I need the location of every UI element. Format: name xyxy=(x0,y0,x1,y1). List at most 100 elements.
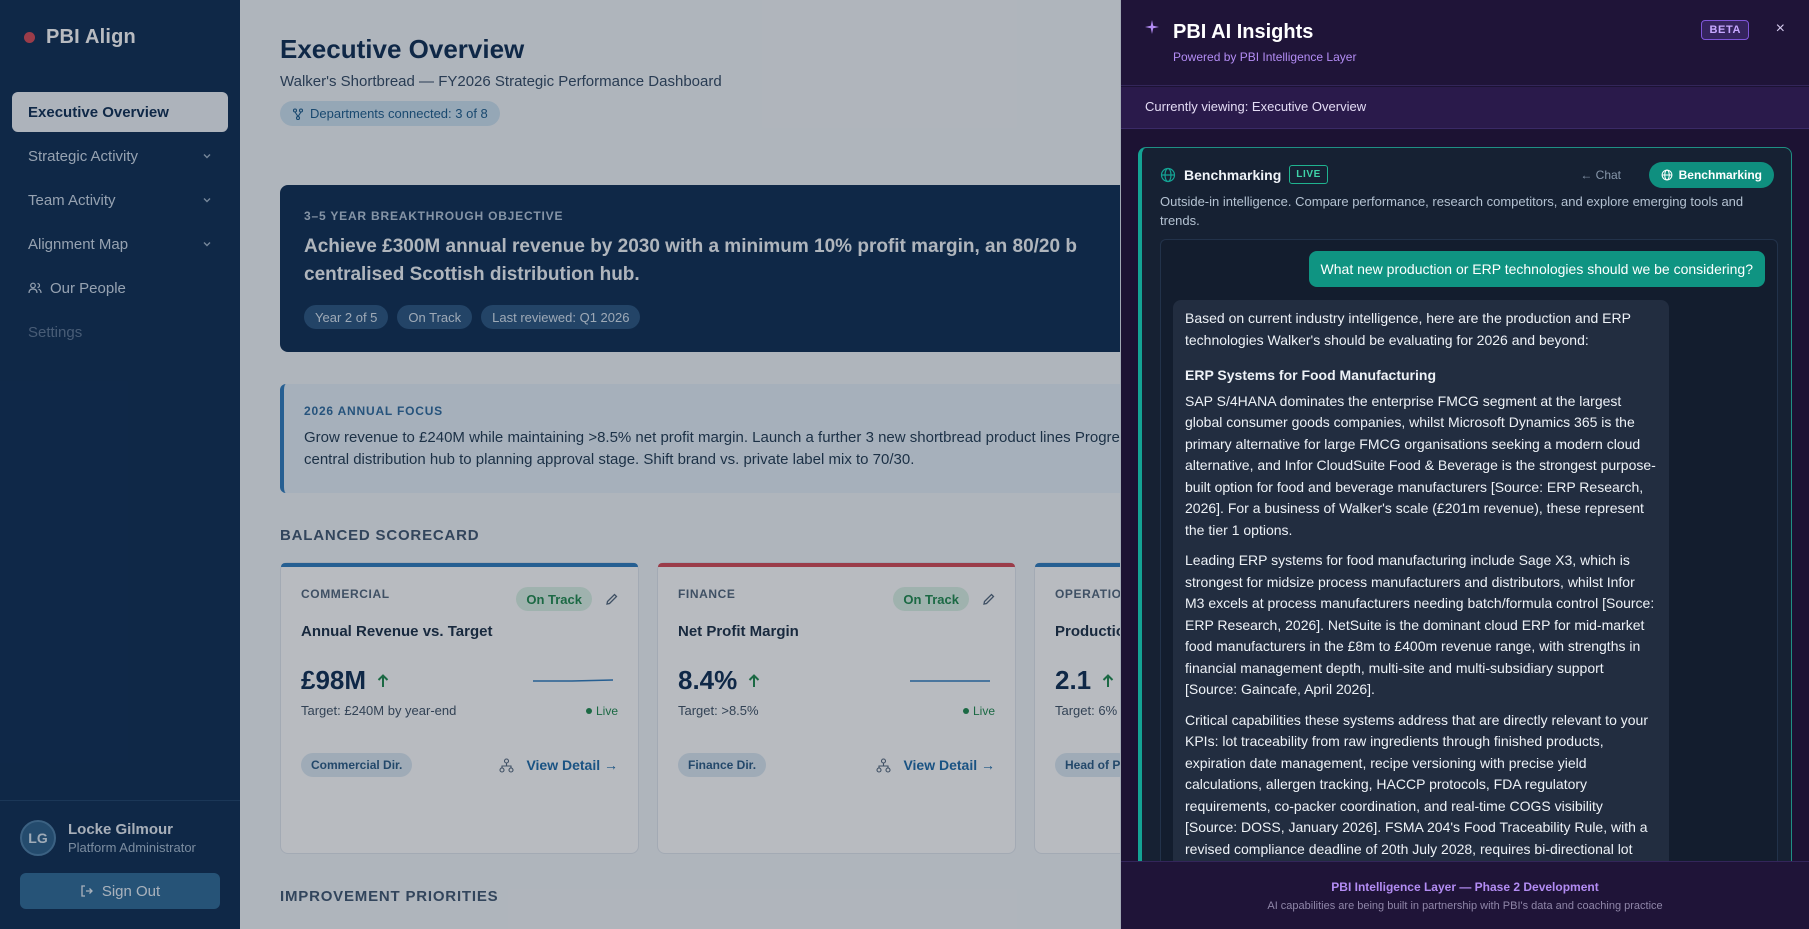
panel-title: PBI AI Insights xyxy=(1173,21,1314,43)
benchmarking-button-label: Benchmarking xyxy=(1678,168,1762,182)
back-to-chat-link[interactable]: ← Chat xyxy=(1580,168,1621,182)
ai-response-paragraph: SAP S/4HANA dominates the enterprise FMC… xyxy=(1185,392,1656,538)
sign-out-icon xyxy=(81,885,93,897)
ai-insights-panel: PBI AI Insights Powered by PBI Intellige… xyxy=(1121,0,1809,929)
card-value-text: 2.1 xyxy=(1055,665,1092,695)
live-indicator: Live xyxy=(585,704,618,718)
current-view-indicator: Currently viewing: Executive Overview xyxy=(1121,87,1809,129)
card-accent-bar xyxy=(1035,563,1120,567)
globe-icon xyxy=(1661,169,1673,181)
hierarchy-icon xyxy=(876,757,891,773)
card-target: Target: 6% o xyxy=(1055,703,1120,718)
brand[interactable]: PBI Align xyxy=(24,26,136,49)
sign-out-label: Sign Out xyxy=(101,882,161,900)
benchmarking-module: Benchmarking LIVE ← Chat Benchmarking Ou… xyxy=(1138,147,1792,929)
user-profile[interactable]: LG Locke Gilmour Platform Administrator xyxy=(20,820,196,856)
live-badge: LIVE xyxy=(1289,165,1328,184)
improvement-priorities-heading: IMPROVEMENT PRIORITIES xyxy=(280,888,499,905)
objective-tag: On Track xyxy=(397,305,473,329)
avatar: LG xyxy=(20,820,56,856)
people-icon xyxy=(28,282,42,294)
card-target: Target: £240M by year-end xyxy=(301,703,457,718)
objective-tag: Last reviewed: Q1 2026 xyxy=(481,305,641,329)
sidebar-divider xyxy=(0,800,240,801)
panel-subtitle: Powered by PBI Intelligence Layer xyxy=(1173,50,1357,64)
sidebar-item-team-activity[interactable]: Team Activity xyxy=(12,180,228,220)
benchmarking-description: Outside-in intelligence. Compare perform… xyxy=(1160,194,1744,228)
view-detail-link[interactable]: View Detail → xyxy=(499,757,618,773)
sparkline xyxy=(910,680,990,682)
ai-response-heading: ERP Systems for Food Manufacturing xyxy=(1185,367,1436,383)
user-role: Platform Administrator xyxy=(68,840,196,855)
view-detail-label: View Detail → xyxy=(903,757,995,773)
live-dot xyxy=(962,708,969,714)
branch-icon xyxy=(292,107,304,120)
live-indicator: Live xyxy=(962,704,995,718)
brand-logo-dot xyxy=(24,32,35,43)
annual-focus: 2026 ANNUAL FOCUS Grow revenue to £240M … xyxy=(280,384,1120,493)
card-value-text: £98M xyxy=(301,665,367,695)
main-content: Executive Overview Walker's Shortbread —… xyxy=(240,0,1120,929)
sidebar-item-label: Strategic Activity xyxy=(28,147,139,165)
scorecard-card-operations: OPERATIO Productio 2.1 Target: 6% o Head… xyxy=(1034,562,1120,854)
page-title: Executive Overview xyxy=(280,34,525,64)
card-dept: OPERATIO xyxy=(1055,587,1120,601)
scorecard-card-finance: FINANCE On Track Net Profit Margin 8.4% … xyxy=(657,562,1016,854)
sparkle-icon xyxy=(1145,20,1159,34)
card-value: £98M xyxy=(301,665,390,696)
sidebar-nav: Executive Overview Strategic Activity Te… xyxy=(12,92,228,356)
sidebar-item-our-people[interactable]: Our People xyxy=(12,268,228,308)
owner-badge: Head of P xyxy=(1055,753,1120,777)
benchmarking-mode-button[interactable]: Benchmarking xyxy=(1648,162,1774,188)
card-value-text: 8.4% xyxy=(678,665,738,695)
beta-badge: BETA xyxy=(1701,20,1749,40)
objective-tag: Year 2 of 5 xyxy=(304,305,389,329)
sidebar-item-executive-overview[interactable]: Executive Overview xyxy=(12,92,228,132)
sidebar-item-label: Our People xyxy=(50,279,126,297)
card-title: Productio xyxy=(1055,623,1120,640)
card-accent-bar xyxy=(658,563,1015,567)
owner-badge: Finance Dir. xyxy=(678,753,767,777)
sidebar-item-settings[interactable]: Settings xyxy=(12,312,228,352)
departments-connected-badge[interactable]: Departments connected: 3 of 8 xyxy=(280,101,500,126)
view-detail-link[interactable]: View Detail → xyxy=(876,757,995,773)
chat-thread[interactable]: What new production or ERP technologies … xyxy=(1160,239,1778,928)
sparkline xyxy=(533,679,614,682)
sidebar-item-label: Executive Overview xyxy=(28,103,169,121)
scorecard-card-commercial: COMMERCIAL On Track Annual Revenue vs. T… xyxy=(280,562,639,854)
live-label: Live xyxy=(595,704,618,718)
card-title: Annual Revenue vs. Target xyxy=(301,623,493,640)
objective-tags: Year 2 of 5 On Track Last reviewed: Q1 2… xyxy=(304,305,1120,329)
balanced-scorecard-heading: BALANCED SCORECARD xyxy=(280,527,480,544)
pencil-icon[interactable] xyxy=(981,591,997,607)
chevron-down-icon xyxy=(203,154,211,159)
status-badge: On Track xyxy=(893,587,969,611)
arrow-up-icon xyxy=(1102,673,1114,687)
pencil-icon[interactable] xyxy=(604,591,620,607)
brand-name: PBI Align xyxy=(46,26,136,48)
chevron-down-icon xyxy=(203,198,211,203)
owner-badge: Commercial Dir. xyxy=(301,753,413,777)
live-dot xyxy=(585,708,592,714)
footer-subtitle: AI capabilities are being built in partn… xyxy=(1267,900,1663,912)
sidebar-item-strategic-activity[interactable]: Strategic Activity xyxy=(12,136,228,176)
sidebar: PBI Align Executive Overview Strategic A… xyxy=(0,0,240,929)
panel-footer: PBI Intelligence Layer — Phase 2 Develop… xyxy=(1121,861,1809,929)
breakthrough-objective: 3–5 YEAR BREAKTHROUGH OBJECTIVE Achieve … xyxy=(280,185,1120,352)
sign-out-button[interactable]: Sign Out xyxy=(20,873,220,909)
focus-kicker: 2026 ANNUAL FOCUS xyxy=(304,404,443,418)
close-icon[interactable]: × xyxy=(1776,20,1785,38)
arrow-up-icon xyxy=(749,673,760,687)
card-accent-bar xyxy=(281,563,638,567)
globe-icon xyxy=(1160,167,1176,182)
focus-text: Grow revenue to £240M while maintaining … xyxy=(304,429,1120,468)
card-target: Target: >8.5% xyxy=(678,703,759,718)
benchmarking-title: Benchmarking xyxy=(1184,166,1282,183)
status-badge: On Track xyxy=(516,587,592,611)
user-name: Locke Gilmour xyxy=(68,821,174,838)
user-message: What new production or ERP technologies … xyxy=(1308,251,1765,287)
sidebar-item-label: Team Activity xyxy=(28,191,116,209)
sidebar-item-alignment-map[interactable]: Alignment Map xyxy=(12,224,228,264)
live-label: Live xyxy=(972,704,995,718)
departments-connected-text: Departments connected: 3 of 8 xyxy=(310,106,488,121)
